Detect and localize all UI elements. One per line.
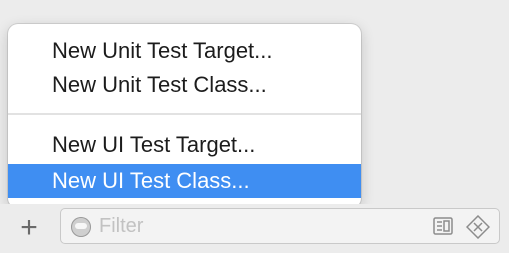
document-filter-icon[interactable] <box>433 217 453 235</box>
menu-item-new-unit-test-target[interactable]: New Unit Test Target... <box>8 34 361 68</box>
menu-item-new-ui-test-target[interactable]: New UI Test Target... <box>8 128 361 162</box>
filter-field[interactable] <box>60 208 500 244</box>
add-test-menu: New Unit Test Target... New Unit Test Cl… <box>8 24 361 208</box>
add-button[interactable]: + <box>14 213 44 243</box>
clear-filter-icon[interactable] <box>466 215 490 239</box>
menu-separator <box>8 113 361 115</box>
menu-item-new-ui-test-class[interactable]: New UI Test Class... <box>8 164 361 198</box>
filter-input[interactable] <box>99 209 399 243</box>
filter-circle-icon[interactable] <box>71 217 91 237</box>
menu-item-new-unit-test-class[interactable]: New Unit Test Class... <box>8 68 361 102</box>
